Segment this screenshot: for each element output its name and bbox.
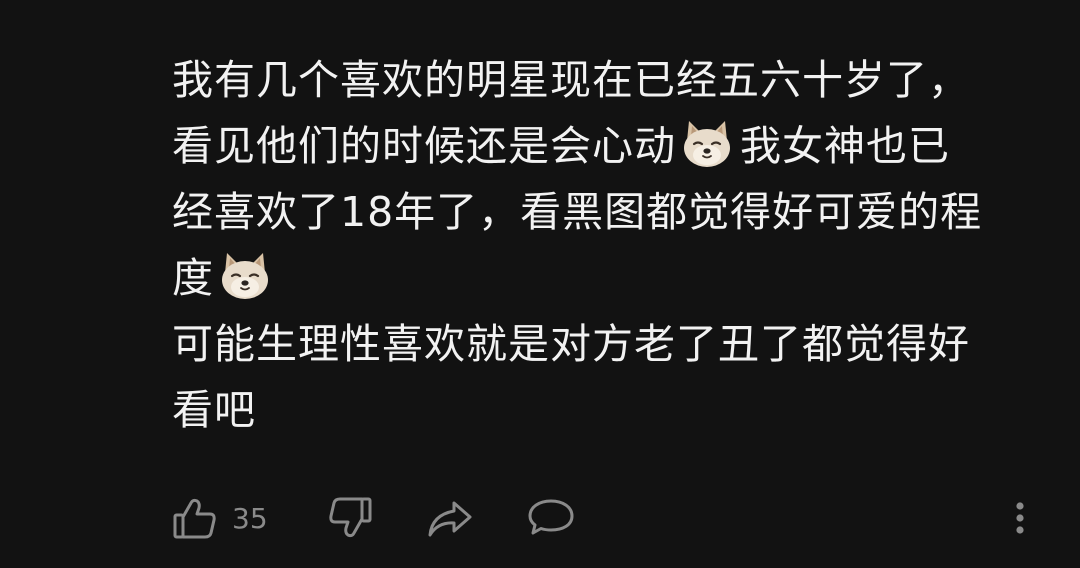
like-button[interactable]: 35 (172, 488, 268, 548)
thumbs-up-icon (172, 495, 218, 541)
comment-line: 看见他们的时候还是会心动 我女神也已 (172, 113, 1042, 179)
comment-line: 我有几个喜欢的明星现在已经五六十岁了， (172, 47, 1042, 113)
share-arrow-icon (426, 495, 474, 541)
comment-line: 可能生理性喜欢就是对方老了丑了都觉得好 (172, 311, 1042, 377)
doge-face-icon (218, 251, 272, 301)
doge-face-icon (680, 119, 734, 169)
comment-line-text: 经喜欢了18年了，看黑图都觉得好可爱的程 (172, 188, 983, 236)
comment-action-bar: 35 (0, 488, 1080, 548)
dislike-button[interactable] (327, 488, 373, 548)
comment-bubble-icon (527, 495, 575, 541)
comment-line-text: 看见他们的时候还是会心动 (172, 122, 676, 170)
like-count: 35 (232, 501, 268, 535)
thumbs-down-icon (327, 495, 373, 541)
comment-line-text: 我有几个喜欢的明星现在已经五六十岁了， (172, 56, 970, 104)
comment-line-text: 看吧 (172, 386, 256, 434)
comment-line: 经喜欢了18年了，看黑图都觉得好可爱的程 (172, 179, 1042, 245)
comment-line: 看吧 (172, 377, 1042, 443)
comment-line-text: 度 (172, 254, 214, 302)
comment-line-text: 我女神也已 (740, 122, 950, 170)
vertical-dots-icon (1008, 495, 1032, 541)
share-button[interactable] (426, 488, 474, 548)
comment-line-text: 可能生理性喜欢就是对方老了丑了都觉得好 (172, 320, 970, 368)
comment-card: 我有几个喜欢的明星现在已经五六十岁了， 看见他们的时候还是会心动 我女神也已 经… (0, 0, 1080, 568)
more-options-button[interactable] (1008, 488, 1032, 548)
reply-button[interactable] (527, 488, 575, 548)
comment-text: 我有几个喜欢的明星现在已经五六十岁了， 看见他们的时候还是会心动 我女神也已 经… (172, 47, 1042, 443)
comment-line: 度 (172, 245, 1042, 311)
